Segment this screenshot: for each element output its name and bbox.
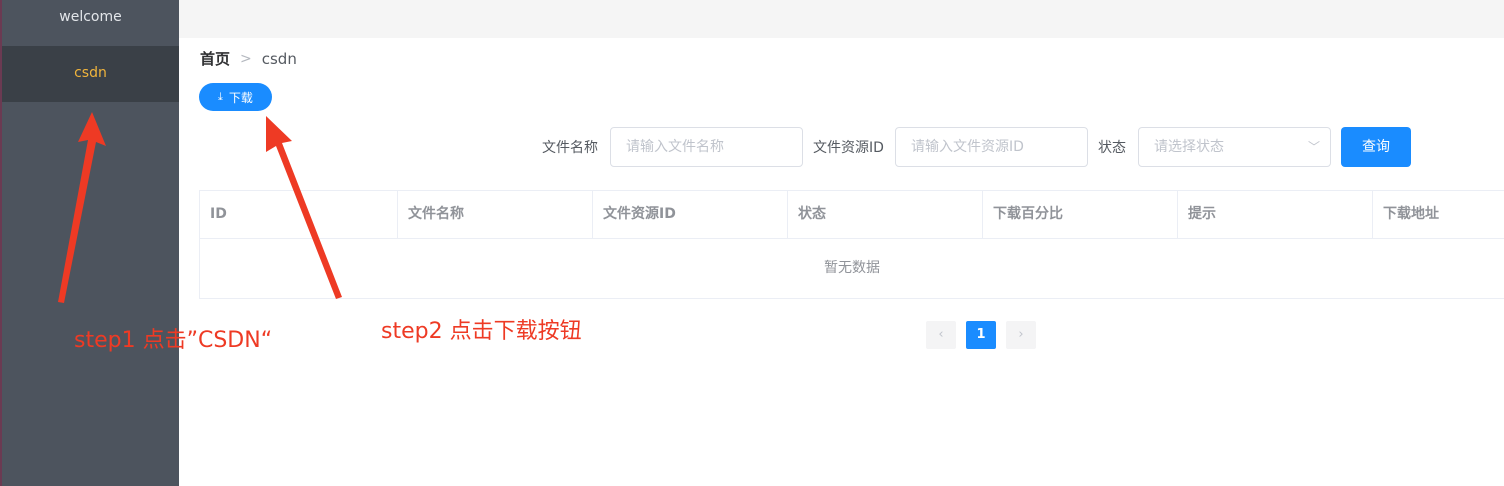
annotation-step1: step1 点击”CSDN“ (74, 328, 273, 353)
annotation-step2: step2 点击下载按钮 (381, 319, 582, 344)
annotation-arrows (58, 112, 342, 303)
annotation-arrow-step1 (58, 112, 106, 303)
app-root: welcome csdn 首页 > csdn ⤓ 下载 文件名称 请输入文件名称… (0, 0, 1504, 486)
annotation-arrow-step2 (266, 116, 342, 299)
